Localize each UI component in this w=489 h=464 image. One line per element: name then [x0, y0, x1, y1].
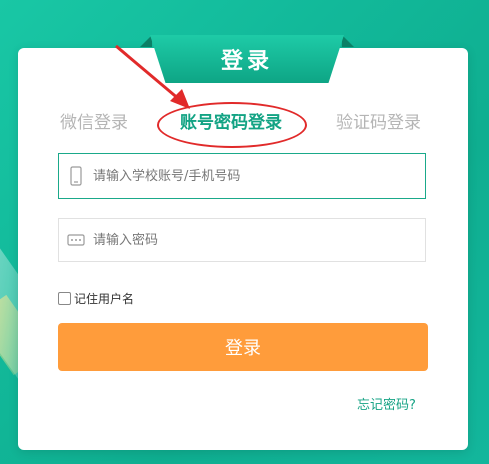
remember-checkbox[interactable]	[58, 292, 71, 305]
account-field[interactable]	[58, 153, 426, 199]
login-button[interactable]: 登录	[58, 323, 428, 371]
ribbon-fold-right	[342, 35, 354, 47]
remember-username[interactable]: 记住用户名	[58, 290, 134, 307]
ribbon-fold-left	[140, 35, 152, 47]
password-field[interactable]	[58, 218, 426, 262]
phone-icon	[61, 166, 91, 186]
login-title-ribbon: 登录	[150, 35, 344, 83]
annotation-circle	[157, 102, 307, 148]
password-input[interactable]	[91, 231, 425, 249]
forgot-password-link[interactable]: 忘记密码?	[357, 394, 416, 413]
password-icon	[61, 234, 91, 246]
account-input[interactable]	[91, 167, 425, 185]
remember-label: 记住用户名	[74, 292, 135, 306]
tab-sms-code-login[interactable]: 验证码登录	[336, 108, 421, 133]
tab-wechat-login[interactable]: 微信登录	[60, 108, 128, 133]
